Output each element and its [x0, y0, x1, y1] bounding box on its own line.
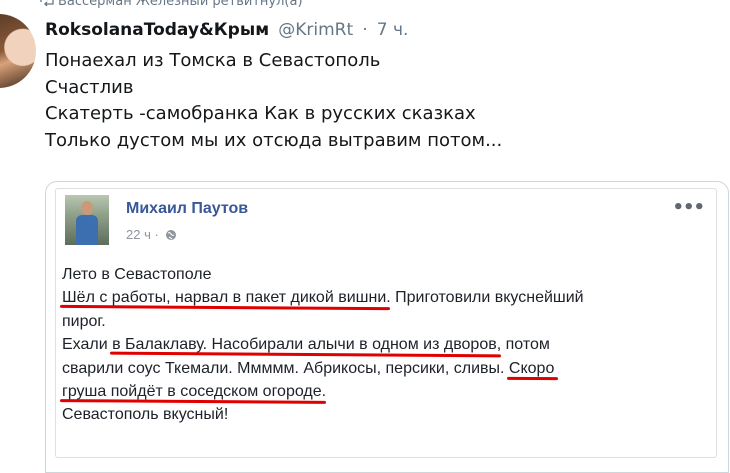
tweet-line: Только дустом мы их отсюда вытравим пото… — [45, 129, 503, 151]
fb-author-name: Михаил Паутов — [126, 200, 249, 217]
underlined-phrase: в Балаклаву. Насобирали алычи в одном из… — [112, 336, 497, 354]
fb-text-line: Ехали в Балаклаву. Насобирали алычи в од… — [62, 336, 550, 354]
fb-post-time: 22 ч — [126, 227, 151, 242]
fb-post-meta: 22 ч · — [126, 227, 177, 242]
tweet-text: Понаехал из Томска в Севастополь Счастли… — [45, 48, 502, 154]
header-separator: · — [362, 20, 368, 40]
retweet-context[interactable]: Вассерман Железный ретвитнул(а) — [58, 0, 303, 9]
more-options-icon: ••• — [672, 197, 705, 218]
retweet-icon — [40, 0, 54, 6]
fb-text-line: груша пойдёт в соседском огороде. — [62, 383, 327, 401]
facebook-post-screenshot: Михаил Паутов 22 ч · ••• Лето в Севастоп… — [55, 188, 717, 458]
author-name[interactable]: RoksolanaToday&Крым — [45, 20, 269, 40]
fb-text-line: Севастополь вкусный! — [62, 406, 229, 424]
fb-text-line: пирог. — [62, 312, 106, 330]
underlined-phrase: Шёл с работы, нарвал в пакет дикой вишни — [62, 289, 387, 307]
tweet-line: Счастлив — [45, 76, 134, 98]
underlined-phrase: Скоро — [508, 359, 555, 377]
fb-author-avatar — [65, 195, 109, 245]
fb-text-line: Шёл с работы, нарвал в пакет дикой вишни… — [62, 289, 584, 307]
author-avatar[interactable] — [0, 14, 36, 88]
fb-post-text: Лето в Севастополе Шёл с работы, нарвал … — [62, 263, 584, 427]
tweet-header: RoksolanaToday&Крым @KrimRt · 7 ч. — [45, 20, 408, 40]
tweet-line: Скатерть -самобранка Как в русских сказк… — [45, 103, 476, 124]
author-handle[interactable]: @KrimRt — [278, 20, 353, 40]
fb-text-line: Лето в Севастополе — [62, 266, 212, 283]
tweet-line: Понаехал из Томска в Севастополь — [45, 50, 381, 71]
underlined-phrase: груша пойдёт в соседском огороде — [62, 383, 322, 401]
fb-meta-separator: · — [154, 227, 159, 242]
globe-icon — [166, 230, 177, 240]
tweet-time[interactable]: 7 ч. — [377, 20, 409, 40]
fb-text-line: сварили соус Ткемали. Ммммм. Абрикосы, п… — [62, 359, 555, 377]
